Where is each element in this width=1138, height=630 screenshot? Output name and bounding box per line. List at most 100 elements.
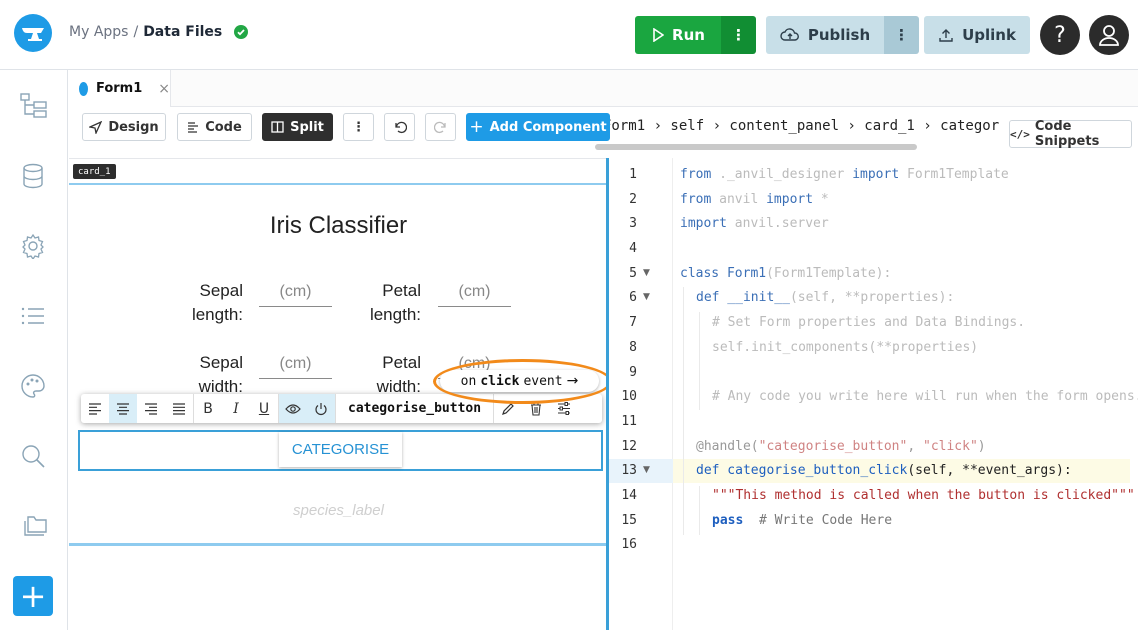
add-component-label: Add Component [489, 119, 607, 135]
publish-options-button[interactable]: ⋮ [884, 16, 919, 54]
split-view-button[interactable]: Split [262, 113, 333, 141]
list-icon[interactable] [20, 303, 46, 329]
line-number: 14 [621, 488, 637, 503]
card-name-tag: card_1 [73, 164, 116, 179]
more-options-button[interactable]: ⋮ [343, 113, 374, 141]
visible-eye-icon[interactable] [279, 394, 307, 423]
settings-gear-icon[interactable] [20, 233, 46, 261]
line-number: 12 [621, 439, 637, 454]
petal-length-input[interactable]: (cm) [438, 283, 511, 307]
split-view-icon [271, 121, 284, 133]
add-component-button[interactable]: + Add Component [466, 113, 610, 141]
label-line: length: [369, 305, 421, 324]
keyword: def [696, 290, 720, 305]
anvil-logo-icon[interactable] [14, 14, 52, 52]
redo-button[interactable] [425, 113, 456, 141]
search-icon[interactable] [20, 443, 46, 469]
line-number: 7 [629, 315, 637, 330]
keyword: import [680, 216, 727, 231]
uplink-label: Uplink [962, 26, 1016, 44]
component-path-breadcrumb[interactable]: Form1 › self › content_panel › card_1 › … [603, 118, 1000, 134]
publish-label: Publish [807, 26, 871, 44]
keyword: from [680, 167, 712, 182]
indent-guide [699, 312, 700, 410]
code-text: (self, **properties): [789, 290, 955, 305]
function-name: __init__ [719, 290, 790, 305]
line-number: 2 [629, 192, 637, 207]
categorise-button[interactable]: CATEGORISE [279, 432, 402, 467]
app-breadcrumb: My Apps / Data Files [69, 24, 249, 40]
app-name[interactable]: Data Files [143, 24, 222, 40]
form-file-icon [79, 81, 88, 96]
line-number: 13 [621, 463, 637, 478]
breadcrumb-my-apps[interactable]: My Apps [69, 24, 128, 40]
code-text: (self, **event_args): [907, 463, 1072, 478]
user-account-button[interactable] [1089, 15, 1129, 55]
uplink-button[interactable]: Uplink [924, 16, 1030, 54]
plus-icon: + [19, 577, 47, 615]
sepal-length-label[interactable]: Sepal length: [190, 279, 243, 327]
line-number: 16 [621, 537, 637, 552]
publish-button[interactable]: Publish [766, 16, 884, 54]
component-name[interactable]: categorise_button [336, 401, 493, 416]
label-line: Petal [382, 281, 421, 300]
species-label[interactable]: species_label [69, 502, 608, 519]
decorator: @handle( [696, 439, 759, 454]
breadcrumb-scrollbar[interactable] [595, 144, 917, 150]
sepal-width-label[interactable]: Sepal width: [190, 351, 243, 399]
code-snippets-label: Code Snippets [1034, 119, 1100, 149]
code-line-8: self.init_components(**properties) [712, 340, 979, 355]
keyword: class [680, 266, 720, 281]
top-header: My Apps / Data Files Run ⋮ Publish ⋮ Upl… [0, 0, 1138, 70]
folders-icon[interactable] [20, 513, 47, 539]
fold-arrow-icon[interactable]: ▼ [643, 292, 650, 302]
bold-icon[interactable]: B [194, 394, 222, 423]
petal-width-label[interactable]: Petal width: [368, 351, 421, 399]
code-line-10: # Any code you write here will run when … [712, 389, 1138, 404]
undo-button[interactable] [384, 113, 415, 141]
keyword: import [766, 192, 814, 207]
tab-form1[interactable]: Form1 × [69, 70, 171, 107]
sepal-width-input[interactable]: (cm) [259, 355, 332, 379]
string: "categorise_button" [758, 439, 908, 454]
align-justify-icon[interactable] [165, 394, 193, 423]
editor-tab-bar: Form1 × [69, 70, 1138, 107]
code-view-button[interactable]: Code [177, 113, 252, 141]
line-number: 10 [621, 389, 637, 404]
design-view-button[interactable]: Design [82, 113, 166, 141]
code-line-7: # Set Form properties and Data Bindings. [712, 315, 1026, 330]
align-center-icon[interactable] [109, 394, 137, 423]
kebab-icon: ⋮ [352, 119, 365, 135]
keyword: def [696, 463, 720, 478]
code-line-13: def categorise_button_click(self, **even… [696, 463, 1072, 478]
app-browser-icon[interactable] [20, 92, 47, 118]
run-options-button[interactable]: ⋮ [721, 16, 756, 54]
function-name: categorise_button_click [719, 463, 908, 478]
help-button[interactable]: ? [1040, 15, 1080, 55]
upload-icon [939, 29, 953, 42]
petal-length-label[interactable]: Petal length: [368, 279, 421, 327]
run-button[interactable]: Run [635, 16, 722, 54]
breadcrumb-separator: / [133, 24, 139, 40]
sepal-length-input[interactable]: (cm) [259, 283, 332, 307]
enabled-power-icon[interactable] [307, 394, 335, 423]
add-new-button[interactable]: + [13, 576, 53, 616]
line-number: 8 [629, 340, 637, 355]
italic-icon[interactable]: I [222, 394, 250, 423]
align-right-icon[interactable] [137, 394, 165, 423]
redo-icon [433, 121, 446, 134]
fold-arrow-icon[interactable]: ▼ [643, 268, 650, 278]
code-text: ) [977, 439, 986, 454]
align-left-icon[interactable] [81, 394, 109, 423]
fold-arrow-icon[interactable]: ▼ [643, 465, 650, 475]
underline-icon[interactable]: U [250, 394, 278, 423]
form-title-label[interactable]: Iris Classifier [69, 212, 608, 240]
label-line: Sepal [199, 281, 243, 300]
code-line-6: def __init__(self, **properties): [696, 290, 954, 305]
close-tab-icon[interactable]: × [158, 81, 170, 97]
code-line-14: """This method is called when the button… [712, 488, 1135, 503]
code-brackets-icon: </> [1010, 127, 1030, 141]
code-snippets-button[interactable]: </> Code Snippets [1009, 119, 1132, 149]
theme-palette-icon[interactable] [20, 373, 46, 399]
database-icon[interactable] [20, 163, 46, 189]
